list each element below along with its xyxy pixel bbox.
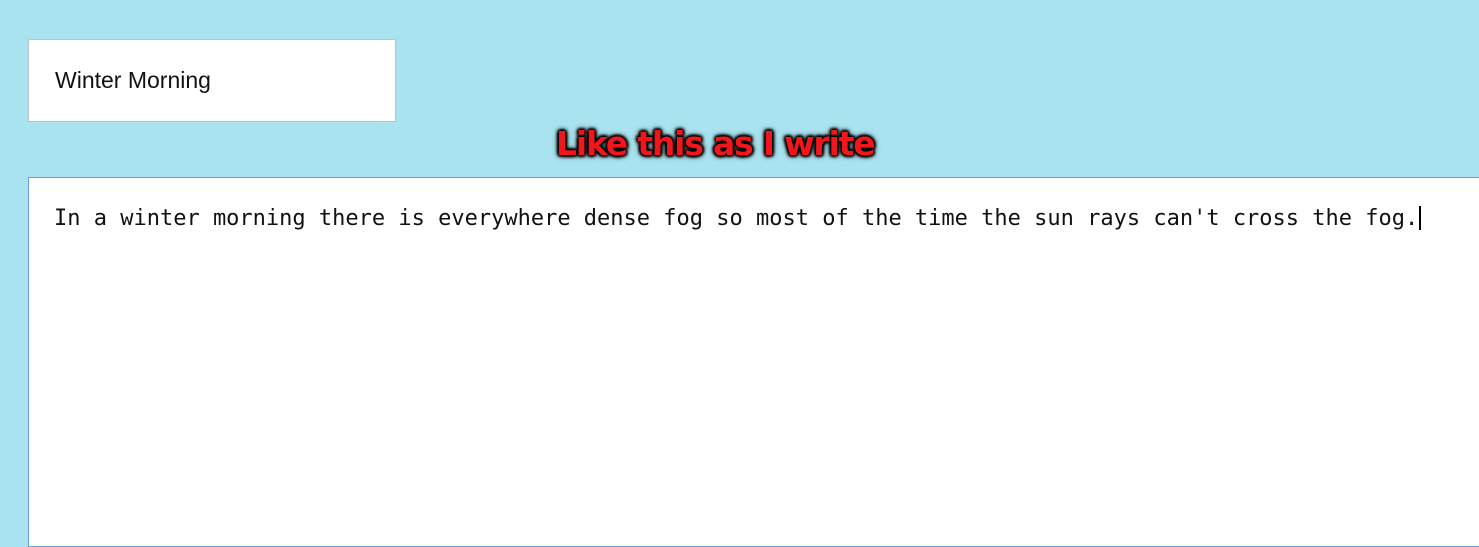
- title-input[interactable]: [28, 39, 396, 122]
- overlay-caption: Like this as I write: [556, 124, 876, 163]
- editor-content: In a winter morning there is everywhere …: [54, 205, 1422, 233]
- body-text-editor[interactable]: In a winter morning there is everywhere …: [28, 177, 1479, 547]
- text-caret: [1419, 206, 1422, 230]
- editor-text: In a winter morning there is everywhere …: [54, 206, 1419, 231]
